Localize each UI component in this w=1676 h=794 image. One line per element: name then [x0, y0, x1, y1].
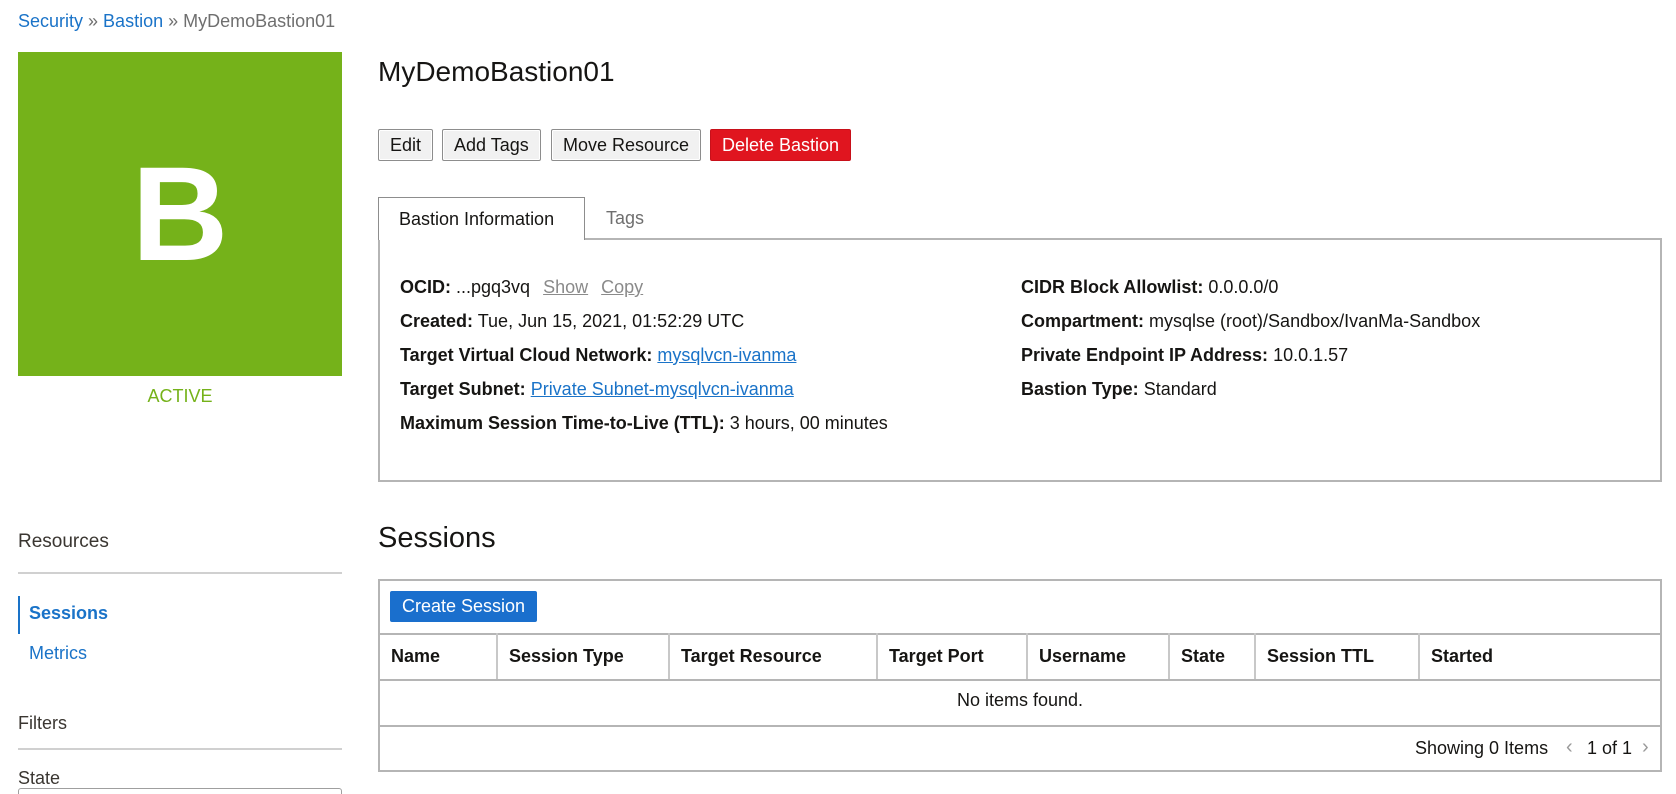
compartment-value: mysqlse (root)/Sandbox/IvanMa-Sandbox — [1149, 311, 1481, 331]
cidr-value: 0.0.0.0/0 — [1208, 277, 1279, 297]
column-header-target-resource[interactable]: Target Resource — [670, 633, 878, 679]
endpoint-row: Private Endpoint IP Address: 10.0.1.57 — [1021, 344, 1348, 366]
ttl-label: Maximum Session Time-to-Live (TTL): — [400, 413, 725, 433]
empty-table-message: No items found. — [956, 690, 1084, 710]
sessions-title: Sessions — [378, 522, 496, 554]
page-indicator: 1 of 1 — [1587, 738, 1633, 758]
column-header-session-ttl[interactable]: Session TTL — [1256, 633, 1420, 679]
column-header-username[interactable]: Username — [1028, 633, 1170, 679]
vcn-row: Target Virtual Cloud Network: mysqlvcn-i… — [400, 344, 796, 366]
resources-heading: Resources — [18, 531, 109, 552]
breadcrumb-current: MyDemoBastion01 — [183, 11, 336, 31]
avatar-letter: B — [131, 139, 229, 289]
created-value: Tue, Jun 15, 2021, 01:52:29 UTC — [477, 311, 745, 331]
table-header-bottom-border — [378, 679, 1662, 681]
chevron-left-icon[interactable]: ‹ — [1566, 736, 1573, 759]
breadcrumb-security-link[interactable]: Security — [18, 11, 83, 31]
subnet-label: Target Subnet: — [400, 379, 526, 399]
pagination-summary: Showing 0 Items — [1415, 738, 1549, 758]
bastion-type-value: Standard — [1143, 379, 1217, 399]
table-footer-border — [378, 725, 1662, 727]
resource-avatar: B — [18, 52, 342, 376]
tab-bastion-information[interactable]: Bastion Information — [378, 197, 585, 240]
column-header-state[interactable]: State — [1170, 633, 1256, 679]
delete-bastion-button[interactable]: Delete Bastion — [710, 129, 852, 161]
cidr-row: CIDR Block Allowlist: 0.0.0.0/0 — [1021, 276, 1278, 298]
subnet-row: Target Subnet: Private Subnet-mysqlvcn-i… — [400, 378, 794, 400]
created-row: Created: Tue, Jun 15, 2021, 01:52:29 UTC — [400, 310, 744, 332]
breadcrumb-separator: » — [168, 11, 179, 31]
ocid-value: ...pgq3vq — [456, 277, 531, 297]
endpoint-value: 10.0.1.57 — [1273, 345, 1349, 365]
active-indicator — [18, 596, 20, 634]
cidr-label: CIDR Block Allowlist: — [1021, 277, 1204, 297]
breadcrumb: Security» Bastion» MyDemoBastion01 — [18, 10, 335, 32]
column-header-target-port[interactable]: Target Port — [878, 633, 1028, 679]
vcn-link[interactable]: mysqlvcn-ivanma — [657, 345, 796, 365]
bastion-type-row: Bastion Type: Standard — [1021, 378, 1217, 400]
sidebar-item-metrics[interactable]: Metrics — [29, 643, 87, 664]
ocid-show-link[interactable]: Show — [543, 277, 588, 297]
create-session-button[interactable]: Create Session — [390, 591, 538, 622]
vcn-label: Target Virtual Cloud Network: — [400, 345, 653, 365]
ttl-value: 3 hours, 00 minutes — [729, 413, 888, 433]
edit-button[interactable]: Edit — [378, 129, 434, 161]
breadcrumb-separator: » — [88, 11, 99, 31]
tab-tags[interactable]: Tags — [586, 197, 664, 239]
breadcrumb-bastion-link[interactable]: Bastion — [103, 11, 163, 31]
state-filter-select[interactable] — [18, 788, 342, 794]
filters-divider — [18, 748, 342, 750]
endpoint-label: Private Endpoint IP Address: — [1021, 345, 1269, 365]
ttl-row: Maximum Session Time-to-Live (TTL): 3 ho… — [400, 412, 888, 434]
sidebar-item-sessions[interactable]: Sessions — [29, 603, 108, 624]
ocid-label: OCID: — [400, 277, 451, 297]
status-badge: ACTIVE — [147, 386, 213, 406]
compartment-row: Compartment: mysqlse (root)/Sandbox/Ivan… — [1021, 310, 1480, 332]
compartment-label: Compartment: — [1021, 311, 1145, 331]
subnet-link[interactable]: Private Subnet-mysqlvcn-ivanma — [531, 379, 794, 399]
page-title: MyDemoBastion01 — [378, 56, 615, 87]
ocid-row: OCID: ...pgq3vq Show Copy — [400, 276, 643, 298]
column-header-started[interactable]: Started — [1420, 633, 1660, 679]
move-resource-button[interactable]: Move Resource — [551, 129, 702, 161]
column-header-name[interactable]: Name — [380, 633, 498, 679]
bastion-type-label: Bastion Type: — [1021, 379, 1139, 399]
state-filter-label: State — [18, 768, 61, 788]
filters-heading: Filters — [18, 713, 67, 733]
column-header-session-type[interactable]: Session Type — [498, 633, 670, 679]
created-label: Created: — [400, 311, 474, 331]
chevron-right-icon[interactable]: › — [1642, 736, 1649, 759]
resources-divider — [18, 572, 342, 574]
add-tags-button[interactable]: Add Tags — [442, 129, 541, 161]
ocid-copy-link[interactable]: Copy — [601, 277, 643, 297]
